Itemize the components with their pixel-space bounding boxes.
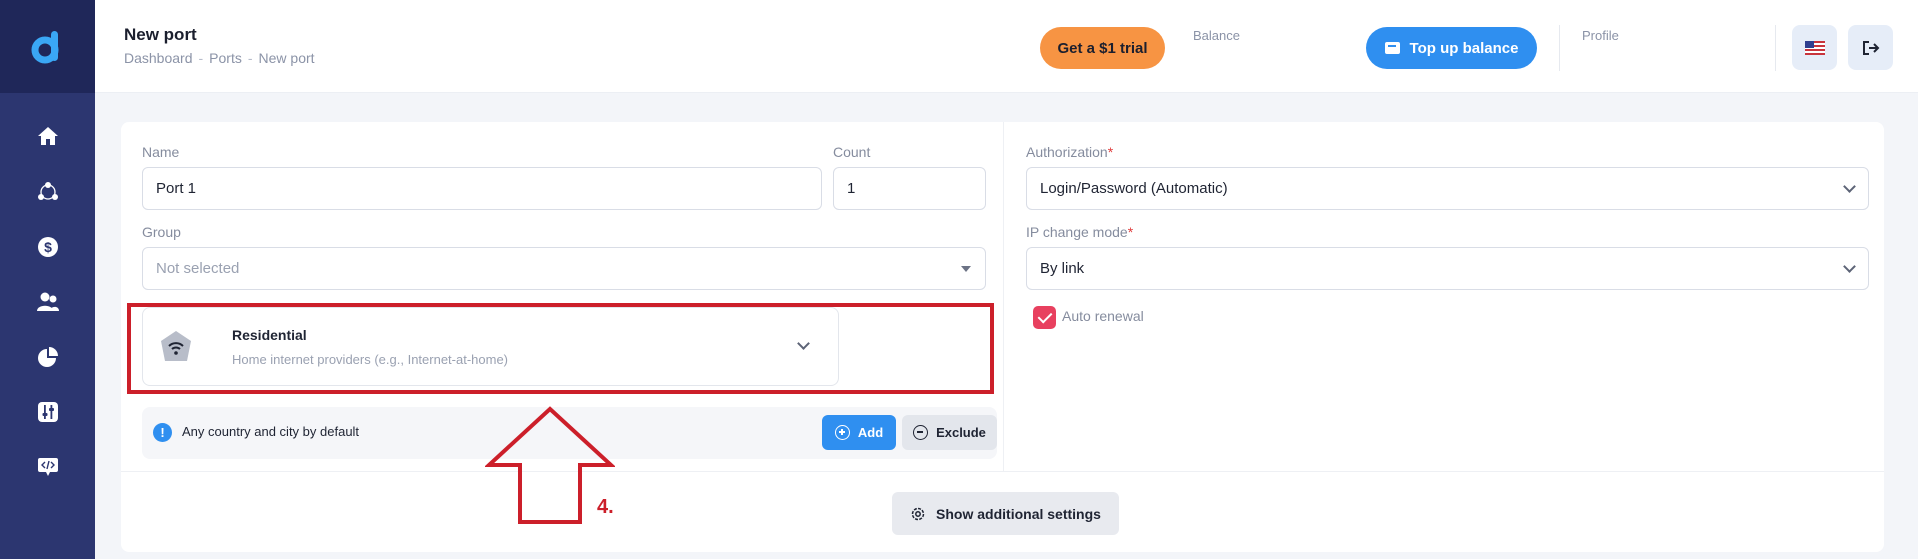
chevron-down-icon: [1843, 180, 1856, 193]
wallet-icon: [1384, 42, 1400, 54]
sidebar: $: [0, 0, 95, 559]
page-title: New port: [124, 25, 197, 44]
add-label: Add: [857, 425, 884, 440]
count-label: Count: [833, 144, 871, 160]
info-icon: !: [153, 423, 172, 442]
sliders-icon[interactable]: [34, 398, 62, 426]
home-icon[interactable]: [34, 122, 62, 150]
authorization-value: Login/Password (Automatic): [1040, 180, 1228, 197]
dollar-icon[interactable]: $: [34, 233, 62, 261]
trial-button[interactable]: Get a $1 trial: [1040, 27, 1165, 69]
show-additional-settings-label: Show additional settings: [936, 505, 1101, 522]
name-label: Name: [142, 144, 180, 160]
show-additional-settings-button[interactable]: Show additional settings: [892, 492, 1119, 535]
logo-icon: [31, 30, 58, 63]
divider: [121, 471, 1884, 472]
pie-chart-icon[interactable]: [34, 343, 62, 371]
required-mark: *: [1107, 144, 1114, 160]
authorization-select[interactable]: Login/Password (Automatic): [1026, 167, 1869, 210]
auto-renewal-checkbox[interactable]: [1033, 306, 1056, 329]
add-location-button[interactable]: Add: [822, 415, 896, 450]
divider: [1559, 25, 1560, 71]
language-button[interactable]: [1792, 25, 1837, 70]
logo[interactable]: [0, 0, 95, 93]
divider: [1775, 25, 1776, 71]
plus-circle-icon: [834, 425, 850, 440]
auto-renewal-label: Auto renewal: [1062, 308, 1144, 324]
authorization-label: Authorization*: [1026, 144, 1113, 160]
breadcrumb-ports[interactable]: Ports: [209, 50, 242, 66]
breadcrumb-current: New port: [258, 50, 315, 66]
annotation-highlight-box: [127, 303, 994, 394]
breadcrumb: Dashboard - Ports - New port: [124, 50, 315, 66]
caret-down-icon: [961, 266, 971, 272]
users-icon[interactable]: [34, 288, 62, 316]
ip-change-mode-label-text: IP change mode: [1026, 224, 1128, 240]
balance-label: Balance: [1193, 28, 1240, 43]
top-header: New port Dashboard - Ports - New port Ge…: [95, 0, 1918, 93]
gear-icon: [911, 507, 925, 520]
annotation-step-number: 4.: [597, 496, 614, 518]
top-up-balance-button[interactable]: Top up balance: [1366, 27, 1537, 69]
group-select[interactable]: Not selected: [142, 247, 986, 290]
name-input[interactable]: Port 1: [142, 167, 822, 210]
svg-text:$: $: [44, 239, 52, 255]
us-flag-icon: [1804, 40, 1825, 55]
chevron-down-icon: [1843, 260, 1856, 273]
exclude-location-button[interactable]: Exclude: [902, 415, 997, 450]
authorization-label-text: Authorization: [1026, 144, 1108, 160]
divider: [1003, 122, 1004, 471]
network-icon[interactable]: [34, 178, 62, 206]
count-input[interactable]: 1: [833, 167, 986, 210]
required-mark: *: [1127, 224, 1134, 240]
top-up-label: Top up balance: [1409, 39, 1519, 57]
group-placeholder: Not selected: [156, 260, 240, 277]
group-label: Group: [142, 224, 181, 240]
exclude-label: Exclude: [936, 425, 986, 440]
breadcrumb-separator: -: [247, 50, 253, 66]
breadcrumb-separator: -: [198, 50, 204, 66]
ip-change-mode-select[interactable]: By link: [1026, 247, 1869, 290]
logout-icon: [1862, 40, 1879, 55]
ip-change-mode-label: IP change mode*: [1026, 224, 1133, 240]
location-info-text: Any country and city by default: [182, 424, 360, 439]
minus-circle-icon: [913, 425, 929, 440]
logout-button[interactable]: [1848, 25, 1893, 70]
breadcrumb-dashboard[interactable]: Dashboard: [124, 50, 193, 66]
profile-label: Profile: [1582, 28, 1619, 43]
ip-change-mode-value: By link: [1040, 260, 1085, 277]
annotation-up-arrow-icon: [485, 406, 615, 524]
code-icon[interactable]: [34, 453, 62, 481]
